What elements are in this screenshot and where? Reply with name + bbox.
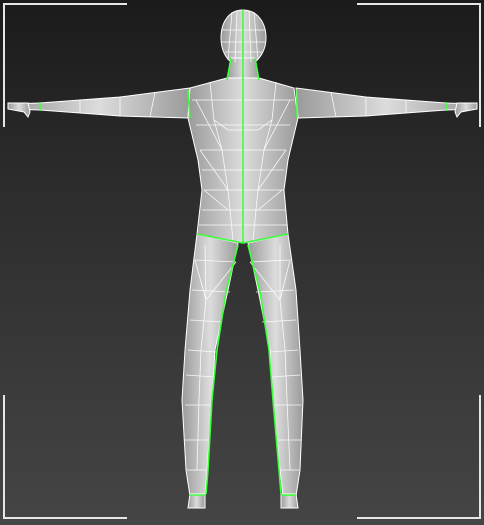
mesh-right-arm	[295, 87, 478, 119]
mesh-left-hand	[7, 102, 31, 118]
mesh-right-hand	[454, 102, 478, 118]
mesh-right-foot	[280, 493, 299, 509]
mesh-right-leg	[247, 233, 304, 497]
character-mesh[interactable]	[0, 0, 484, 525]
selected-edges	[39, 10, 447, 496]
mesh-left-arm	[7, 87, 191, 119]
3d-viewport[interactable]	[0, 0, 484, 525]
mesh-left-leg	[181, 233, 239, 497]
mesh-left-foot	[187, 493, 206, 509]
